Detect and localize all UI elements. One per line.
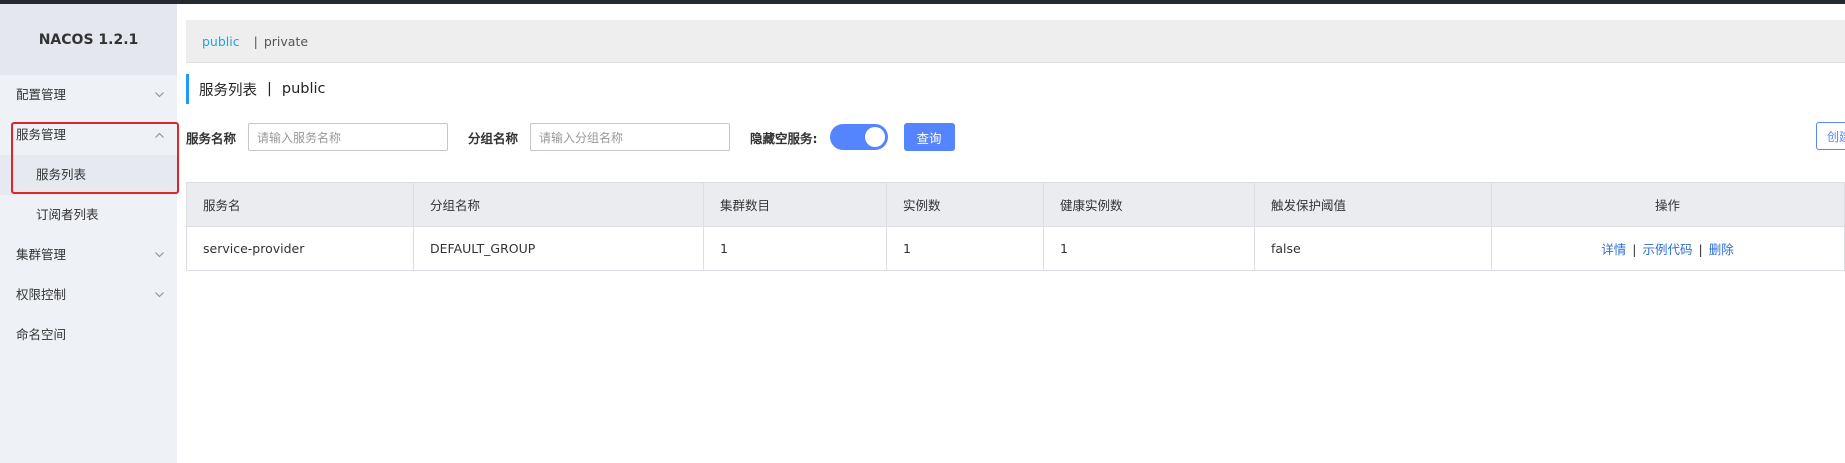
hide-empty-services-toggle[interactable] xyxy=(829,124,888,150)
sample-code-link[interactable]: 示例代码 xyxy=(1642,242,1692,257)
namespace-tab-public[interactable]: public xyxy=(202,34,240,49)
group-name-placeholder: 请输入分组名称 xyxy=(539,130,624,145)
column-header-group-name: 分组名称 xyxy=(413,182,704,227)
service-name-label: 服务名称 xyxy=(186,130,237,146)
cell-group-name: DEFAULT_GROUP xyxy=(413,226,704,271)
sidebar-item-label: 服务管理 xyxy=(16,127,67,142)
service-name-input[interactable]: 请输入服务名称 xyxy=(248,123,449,151)
sidebar-item-label: 订阅者列表 xyxy=(36,207,99,222)
namespace-tab-private[interactable]: private xyxy=(264,34,308,49)
cell-service-name: service-provider xyxy=(186,226,414,271)
create-service-button[interactable]: 创建服务 xyxy=(1816,122,1845,150)
main-content: public | private 服务列表 | public 服务名称 请输入服… xyxy=(186,20,1845,463)
column-header-actions: 操作 xyxy=(1491,182,1845,227)
sidebar-item-subscriber-list[interactable]: 订阅者列表 xyxy=(0,195,177,235)
hide-empty-services-label: 隐藏空服务: xyxy=(750,130,818,146)
app-logo: NACOS 1.2.1 xyxy=(0,4,177,75)
detail-link[interactable]: 详情 xyxy=(1601,242,1626,257)
sidebar-item-service-list[interactable]: 服务列表 xyxy=(0,155,177,195)
sidebar-item-label: 集群管理 xyxy=(16,247,67,262)
filter-bar: 服务名称 请输入服务名称 分组名称 请输入分组名称 隐藏空服务: 查询 xyxy=(186,122,955,152)
delete-link[interactable]: 删除 xyxy=(1709,242,1734,257)
page-title-namespace: public xyxy=(281,81,326,97)
group-name-input[interactable]: 请输入分组名称 xyxy=(530,123,731,151)
column-header-healthy-instance-count: 健康实例数 xyxy=(1043,182,1255,227)
sidebar: NACOS 1.2.1 配置管理 服务管理 服务列表 订阅者列表 集群管理 权限… xyxy=(0,4,177,463)
service-table: 服务名 分组名称 集群数目 实例数 健康实例数 触发保护阈值 操作 servic… xyxy=(186,182,1845,271)
column-header-service-name: 服务名 xyxy=(186,182,414,227)
column-header-instance-count: 实例数 xyxy=(886,182,1044,227)
sidebar-item-namespace[interactable]: 命名空间 xyxy=(0,315,177,355)
chevron-down-icon xyxy=(153,275,165,315)
chevron-up-icon xyxy=(153,115,165,155)
cell-protect-threshold: false xyxy=(1254,226,1492,271)
service-name-placeholder: 请输入服务名称 xyxy=(257,130,342,145)
window-top-bar xyxy=(0,0,1845,4)
sidebar-item-label: 配置管理 xyxy=(16,87,67,102)
sidebar-item-service-management[interactable]: 服务管理 xyxy=(0,115,177,155)
table-row: service-provider DEFAULT_GROUP 1 1 1 fal… xyxy=(186,226,1845,271)
chevron-down-icon xyxy=(153,75,165,115)
column-header-protect-threshold: 触发保护阈值 xyxy=(1254,182,1492,227)
table-header-row: 服务名 分组名称 集群数目 实例数 健康实例数 触发保护阈值 操作 xyxy=(186,182,1845,227)
cell-healthy-instance-count: 1 xyxy=(1043,226,1255,271)
action-separator: | xyxy=(1632,242,1637,257)
page-title-divider: | xyxy=(267,81,272,97)
namespace-separator: | xyxy=(253,33,258,49)
sidebar-item-label: 服务列表 xyxy=(36,167,87,182)
namespace-bar: public | private xyxy=(186,20,1845,63)
query-button[interactable]: 查询 xyxy=(903,123,955,151)
sidebar-item-label: 命名空间 xyxy=(16,327,67,342)
sidebar-item-cluster-management[interactable]: 集群管理 xyxy=(0,235,177,275)
cell-instance-count: 1 xyxy=(886,226,1044,271)
cell-actions: 详情 | 示例代码 | 删除 xyxy=(1491,226,1845,271)
sidebar-item-label: 权限控制 xyxy=(16,287,67,302)
sidebar-item-config-management[interactable]: 配置管理 xyxy=(0,75,177,115)
chevron-down-icon xyxy=(153,235,165,275)
action-separator: | xyxy=(1698,242,1703,257)
column-header-cluster-count: 集群数目 xyxy=(703,182,887,227)
cell-cluster-count: 1 xyxy=(703,226,887,271)
page-title-text: 服务列表 xyxy=(199,82,257,99)
group-name-label: 分组名称 xyxy=(468,130,519,146)
sidebar-item-access-control[interactable]: 权限控制 xyxy=(0,275,177,315)
toggle-knob xyxy=(864,127,885,147)
page-title: 服务列表 | public xyxy=(186,74,326,104)
